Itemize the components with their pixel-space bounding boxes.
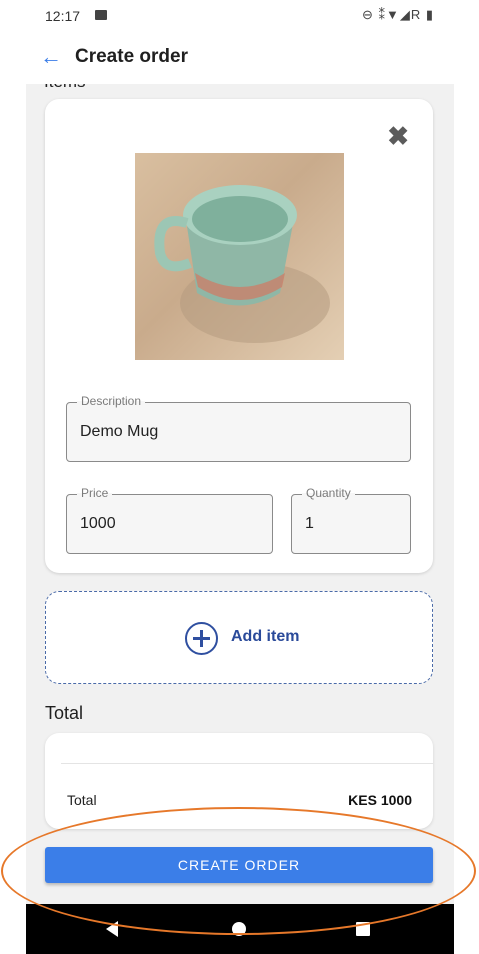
quantity-field[interactable]: Quantity 1 bbox=[291, 486, 411, 554]
items-section-label: Items bbox=[44, 84, 86, 92]
status-icons: ⊖ ⁑▼◢R ▮ bbox=[361, 7, 434, 22]
description-value: Demo Mug bbox=[80, 423, 159, 440]
quantity-label: Quantity bbox=[302, 486, 355, 500]
status-time: 12:17 bbox=[45, 8, 81, 24]
price-field[interactable]: Price 1000 bbox=[66, 486, 273, 554]
add-item-label: Add item bbox=[231, 628, 300, 645]
mug-image bbox=[154, 185, 330, 343]
total-value: KES 1000 bbox=[348, 792, 412, 808]
status-bar: 12:17 ⊖ ⁑▼◢R ▮ bbox=[0, 0, 456, 34]
create-order-button[interactable]: CREATE ORDER bbox=[45, 847, 433, 883]
app-bar: ← Create order bbox=[0, 34, 456, 84]
nav-back-icon[interactable] bbox=[106, 921, 118, 937]
divider bbox=[61, 763, 433, 764]
nav-recents-icon[interactable] bbox=[356, 922, 370, 936]
price-value: 1000 bbox=[80, 515, 116, 532]
total-heading: Total bbox=[45, 703, 84, 723]
description-field[interactable]: Description Demo Mug bbox=[66, 394, 411, 462]
back-arrow-icon[interactable]: ← bbox=[40, 45, 62, 69]
close-icon[interactable]: ✖ bbox=[387, 123, 409, 149]
plus-circle-icon bbox=[185, 622, 218, 655]
quantity-value: 1 bbox=[305, 515, 314, 532]
item-card: ✖ Description Demo Mug Price 1000 Quanti… bbox=[45, 99, 433, 573]
item-photo bbox=[135, 153, 344, 360]
image-icon bbox=[95, 10, 107, 20]
price-label: Price bbox=[77, 486, 113, 500]
total-label: Total bbox=[67, 792, 97, 808]
add-item-button[interactable]: Add item bbox=[45, 591, 433, 684]
content-area: Items ✖ Description Demo Mug Price bbox=[26, 84, 454, 904]
total-card: Total KES 1000 bbox=[45, 733, 433, 829]
phone-screen: 12:17 ⊖ ⁑▼◢R ▮ ← Create order Items ✖ D bbox=[0, 0, 456, 954]
system-nav-bar bbox=[26, 904, 454, 954]
page-title: Create order bbox=[75, 46, 188, 67]
nav-home-icon[interactable] bbox=[232, 922, 246, 936]
description-label: Description bbox=[77, 394, 146, 408]
